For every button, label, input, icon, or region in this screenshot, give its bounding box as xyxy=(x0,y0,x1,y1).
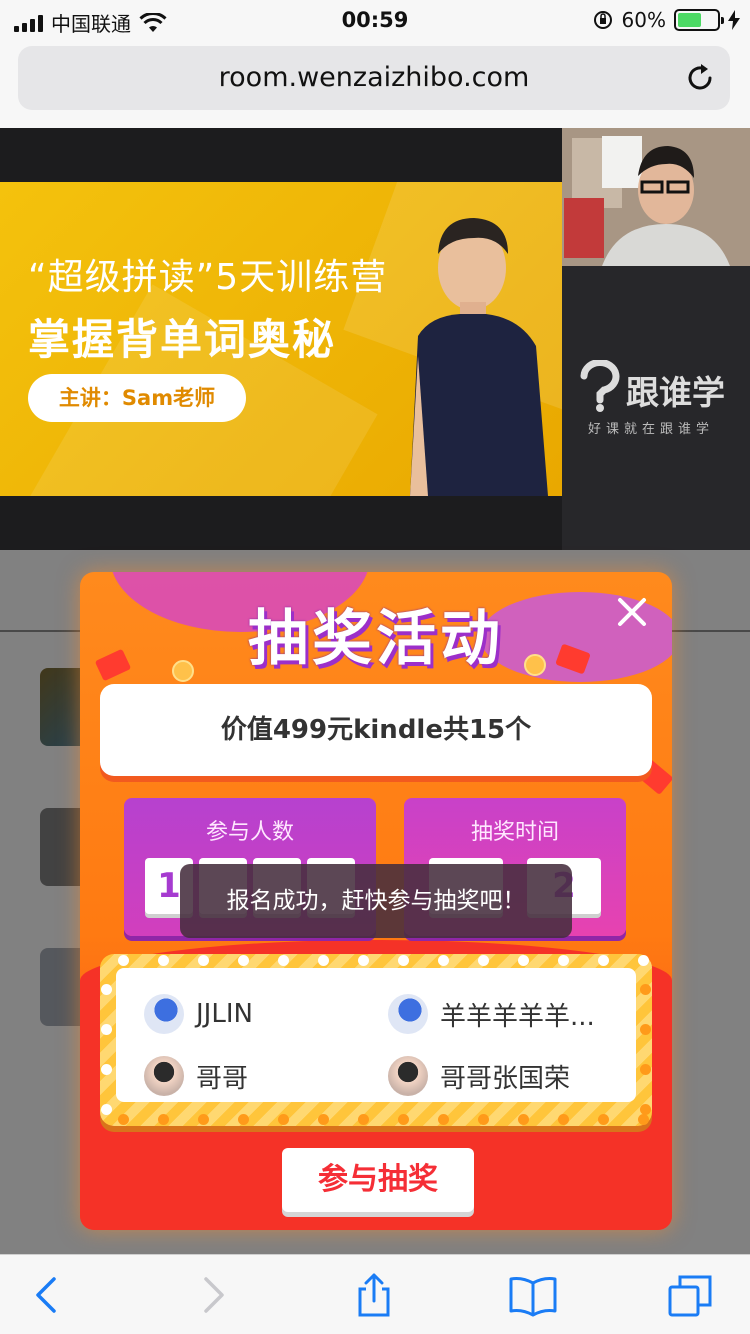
tabs-icon[interactable] xyxy=(666,1273,714,1317)
status-bar: 中国联通 00:59 60% xyxy=(0,0,750,40)
browser-toolbar xyxy=(0,1254,750,1334)
orientation-lock-icon xyxy=(593,11,612,29)
reload-icon[interactable] xyxy=(684,62,716,94)
charging-icon xyxy=(728,10,740,30)
marquee-bulb xyxy=(118,1114,129,1125)
marquee-bulb xyxy=(638,1114,649,1125)
avatar xyxy=(144,994,184,1034)
marquee-bulb xyxy=(198,955,209,966)
participant-name: 羊羊羊羊羊... xyxy=(440,1001,595,1032)
participant-name: 哥哥 xyxy=(196,1063,249,1094)
draw-time-label: 抽奖时间 xyxy=(470,820,559,845)
marquee-bulb xyxy=(640,1064,651,1075)
logo-tagline: 好课就在跟谁学 xyxy=(588,422,715,437)
avatar xyxy=(388,1056,428,1096)
marquee-bulb xyxy=(598,1114,609,1125)
participant-item: 羊羊羊羊羊... xyxy=(388,994,595,1034)
marquee-bulb xyxy=(640,984,651,995)
marquee-bulb xyxy=(198,1114,209,1125)
marquee-bulb xyxy=(101,1104,112,1115)
marquee-bulb xyxy=(438,955,449,966)
battery-icon xyxy=(674,9,724,31)
live-video-area[interactable]: “超级拼读”5天训练营 掌握背单词奥秘 主讲：Sam老师 跟谁学 好课就在跟谁学 xyxy=(0,128,750,550)
marquee-bulb xyxy=(238,955,249,966)
banner-title: 掌握背单词奥秘 xyxy=(28,315,337,364)
marquee-bulb xyxy=(598,955,609,966)
address-bar: room.wenzaizhibo.com xyxy=(0,40,750,128)
marquee-bulb xyxy=(358,955,369,966)
marquee-bulb xyxy=(101,984,112,995)
logo-icon xyxy=(580,360,620,412)
marquee-bulb xyxy=(518,1114,529,1125)
teacher-badge: 主讲：Sam老师 xyxy=(28,374,246,422)
back-icon[interactable] xyxy=(26,1273,70,1317)
participants-board: JJLIN 羊羊羊羊羊... 哥哥 哥哥张国荣 xyxy=(100,954,652,1126)
url-text[interactable]: room.wenzaizhibo.com xyxy=(18,62,730,93)
participant-item: 哥哥张国荣 xyxy=(388,1056,570,1096)
marquee-bulb xyxy=(318,955,329,966)
banner-subtitle: “超级拼读”5天训练营 xyxy=(28,257,388,298)
participant-name: 哥哥张国荣 xyxy=(440,1063,571,1094)
marquee-bulb xyxy=(438,1114,449,1125)
success-toast: 报名成功，赶快参与抽奖吧！ xyxy=(180,864,572,938)
forward-icon[interactable] xyxy=(190,1273,234,1317)
marquee-bulb xyxy=(318,1114,329,1125)
marquee-bulb xyxy=(158,955,169,966)
presenter-image xyxy=(410,218,548,496)
marquee-bulb xyxy=(478,955,489,966)
course-banner: “超级拼读”5天训练营 掌握背单词奥秘 主讲：Sam老师 xyxy=(0,182,562,496)
status-right: 60% xyxy=(592,8,740,32)
join-lottery-button[interactable]: 参与抽奖 xyxy=(282,1148,474,1212)
webcam-feed[interactable] xyxy=(562,128,750,266)
participant-item: 哥哥 xyxy=(144,1056,248,1096)
marquee-bulb xyxy=(640,1104,651,1115)
marquee-bulb xyxy=(278,955,289,966)
marquee-bulb xyxy=(398,955,409,966)
marquee-bulb xyxy=(101,1064,112,1075)
marquee-bulb xyxy=(358,1114,369,1125)
url-field[interactable]: room.wenzaizhibo.com xyxy=(18,46,730,110)
marquee-bulb xyxy=(518,955,529,966)
side-panel: 跟谁学 好课就在跟谁学 xyxy=(562,128,750,550)
share-icon[interactable] xyxy=(352,1273,396,1317)
participant-name: JJLIN xyxy=(196,999,253,1029)
logo-text: 跟谁学 xyxy=(626,373,725,412)
marquee-bulb xyxy=(640,1024,651,1035)
marquee-bulb xyxy=(558,955,569,966)
avatar xyxy=(388,994,428,1034)
avatar xyxy=(144,1056,184,1096)
marquee-bulb xyxy=(158,1114,169,1125)
marquee-bulb xyxy=(118,955,129,966)
marquee-bulb xyxy=(558,1114,569,1125)
marquee-bulb xyxy=(101,1024,112,1035)
battery-percent: 60% xyxy=(621,8,666,32)
marquee-bulb xyxy=(478,1114,489,1125)
participants-list: JJLIN 羊羊羊羊羊... 哥哥 哥哥张国荣 xyxy=(116,968,636,1102)
prize-description: 价值499元kindle共15个 xyxy=(100,684,652,776)
close-icon[interactable] xyxy=(614,594,650,630)
participant-item: JJLIN xyxy=(144,994,253,1034)
marquee-bulb xyxy=(278,1114,289,1125)
lottery-title: 抽奖活动 xyxy=(248,604,504,674)
marquee-bulb xyxy=(238,1114,249,1125)
marquee-bulb xyxy=(638,955,649,966)
marquee-bulb xyxy=(398,1114,409,1125)
participants-label: 参与人数 xyxy=(205,820,294,845)
bookmarks-icon[interactable] xyxy=(508,1273,558,1317)
